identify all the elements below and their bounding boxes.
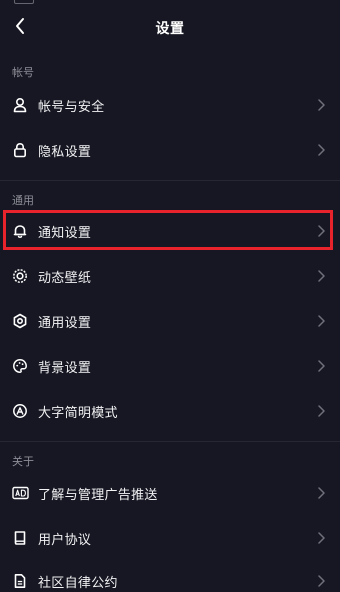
- top-bar: 设置: [0, 0, 340, 56]
- section-divider: [0, 441, 340, 442]
- section-header-account: 帐号: [12, 66, 34, 79]
- settings-item-label: 大字简明模式: [38, 405, 118, 421]
- chevron-right-icon: [316, 269, 326, 283]
- settings-item-community-guidelines[interactable]: 社区自律公约: [0, 559, 340, 592]
- settings-item-live-wallpaper[interactable]: 动态壁纸: [0, 254, 340, 298]
- chevron-right-icon: [316, 143, 326, 157]
- settings-item-ad-management[interactable]: 了解与管理广告推送: [0, 471, 340, 515]
- page-title: 设置: [155, 21, 185, 37]
- settings-item-label: 隐私设置: [38, 144, 92, 160]
- lock-icon: [10, 140, 30, 160]
- settings-item-notifications[interactable]: 通知设置: [0, 209, 340, 253]
- chevron-right-icon: [316, 224, 326, 238]
- settings-item-user-agreement[interactable]: 用户协议: [0, 516, 340, 560]
- settings-item-label: 动态壁纸: [38, 270, 92, 286]
- settings-item-large-text-mode[interactable]: 大字简明模式: [0, 389, 340, 433]
- gear-icon: [10, 311, 30, 331]
- chevron-right-icon: [316, 574, 326, 588]
- live-wallpaper-icon: [10, 266, 30, 286]
- chevron-right-icon: [316, 404, 326, 418]
- section-divider: [0, 180, 340, 181]
- large-text-icon: [10, 401, 30, 421]
- settings-item-label: 背景设置: [38, 360, 92, 376]
- document-icon: [10, 571, 30, 591]
- palette-icon: [10, 356, 30, 376]
- settings-item-label: 帐号与安全: [38, 99, 105, 115]
- settings-item-general[interactable]: 通用设置: [0, 299, 340, 343]
- section-header-about: 关于: [12, 455, 34, 468]
- chevron-right-icon: [316, 359, 326, 373]
- chevron-right-icon: [316, 314, 326, 328]
- chevron-right-icon: [316, 531, 326, 545]
- section-header-general: 通用: [12, 194, 34, 207]
- settings-item-label: 通用设置: [38, 315, 92, 331]
- settings-item-label: 了解与管理广告推送: [38, 487, 158, 503]
- settings-item-label: 用户协议: [38, 532, 92, 548]
- ad-icon: [10, 483, 30, 503]
- settings-item-account-security[interactable]: 帐号与安全: [0, 83, 340, 127]
- settings-item-label: 通知设置: [38, 225, 92, 241]
- user-icon: [10, 95, 30, 115]
- settings-item-label: 社区自律公约: [38, 575, 118, 591]
- settings-item-privacy[interactable]: 隐私设置: [0, 128, 340, 172]
- chevron-right-icon: [316, 486, 326, 500]
- settings-item-background[interactable]: 背景设置: [0, 344, 340, 388]
- book-icon: [10, 528, 30, 548]
- bell-icon: [10, 221, 30, 241]
- chevron-right-icon: [316, 98, 326, 112]
